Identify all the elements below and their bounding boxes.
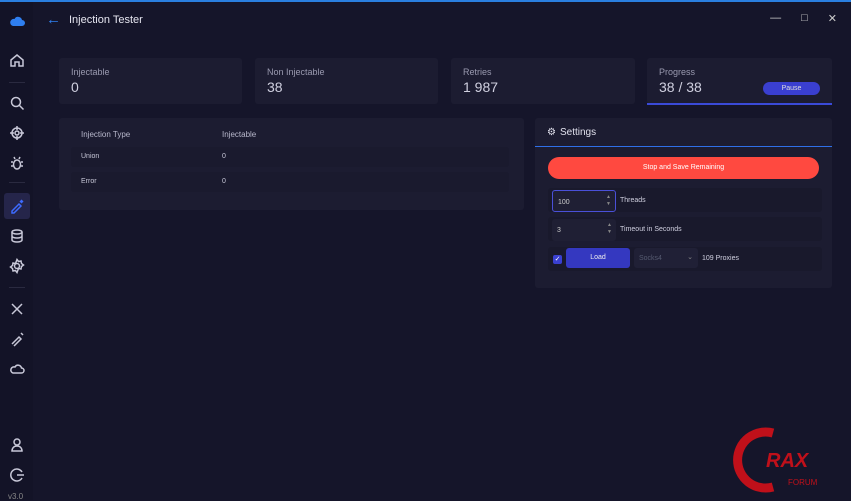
divider: [9, 182, 25, 183]
threads-input[interactable]: 100 ▲ ▼: [552, 190, 616, 212]
user-icon[interactable]: [6, 434, 28, 456]
syringe-injection-icon[interactable]: [4, 193, 30, 219]
app-logo-cloud-icon: [6, 10, 28, 32]
bug-icon[interactable]: [6, 152, 28, 174]
settings-header: ⚙ Settings: [535, 118, 832, 147]
arrow-left-icon[interactable]: ←: [46, 11, 61, 28]
stat-label: Progress: [659, 67, 696, 77]
spinner-icon[interactable]: ▲ ▼: [606, 194, 611, 208]
settings-panel: ⚙ Settings Stop and Save Remaining 100 ▲ ▼…: [535, 118, 832, 288]
cell-injectable: 0: [222, 153, 226, 160]
stat-value: 0: [71, 79, 79, 95]
timeout-label: Timeout in Seconds: [620, 226, 682, 233]
window-top-border: [0, 0, 851, 2]
pause-button[interactable]: Pause: [763, 82, 820, 95]
divider: [9, 287, 25, 288]
proxy-count: 109 Proxies: [702, 255, 739, 262]
spinner-icon[interactable]: ▲ ▼: [607, 222, 612, 236]
cell-injectable: 0: [222, 178, 226, 185]
load-proxies-button[interactable]: Load: [566, 248, 630, 268]
stat-label: Non Injectable: [267, 67, 325, 77]
stat-label: Retries: [463, 67, 492, 77]
database-icon[interactable]: [6, 225, 28, 247]
table-row[interactable]: Union 0: [71, 147, 509, 167]
stat-card-non-injectable: Non Injectable 38: [255, 58, 438, 104]
maximize-icon[interactable]: □: [801, 12, 808, 25]
column-header: Injectable: [222, 130, 257, 139]
stat-card-progress: Progress 38 / 38 Pause: [647, 58, 832, 104]
stat-label: Injectable: [71, 67, 110, 77]
table-row[interactable]: Error 0: [71, 172, 509, 192]
column-header: Injection Type: [81, 130, 131, 139]
page-title: Injection Tester: [69, 13, 143, 26]
gear-icon[interactable]: [6, 255, 28, 277]
timeout-input[interactable]: 3 ▲ ▼: [552, 219, 616, 241]
close-icon[interactable]: ✕: [828, 12, 837, 25]
syringe-icon[interactable]: [6, 328, 28, 350]
minimize-icon[interactable]: —: [770, 12, 781, 25]
cloud-icon[interactable]: [6, 358, 28, 380]
settings-title: Settings: [559, 126, 597, 138]
injection-table: Injection Type Injectable Union 0 Error …: [59, 118, 524, 210]
window-controls: — □ ✕: [770, 12, 837, 25]
svg-text:RAX: RAX: [766, 450, 810, 472]
cell-type: Union: [81, 153, 100, 160]
svg-text:FORUM: FORUM: [788, 478, 818, 487]
sidebar: v3.0: [0, 2, 33, 501]
chevron-down-icon: ⌄: [687, 254, 693, 261]
timeout-row: 3 ▲ ▼ Timeout in Seconds: [548, 217, 822, 241]
proxy-row: ✓ Load Socks4 ⌄ 109 Proxies: [548, 247, 822, 271]
home-icon[interactable]: [6, 49, 28, 71]
search-icon[interactable]: [6, 92, 28, 114]
stat-value: 38: [267, 79, 283, 95]
target-icon[interactable]: [6, 122, 28, 144]
divider: [9, 82, 25, 83]
cell-type: Error: [81, 178, 97, 185]
stat-card-injectable: Injectable 0: [59, 58, 242, 104]
logout-icon[interactable]: [6, 464, 28, 486]
tools-icon[interactable]: [6, 298, 28, 320]
proxy-type-select[interactable]: Socks4 ⌄: [634, 248, 698, 268]
threads-label: Threads: [620, 197, 646, 204]
stat-value: 1 987: [463, 79, 499, 95]
stop-and-save-button[interactable]: Stop and Save Remaining: [548, 157, 819, 179]
titlebar: ← Injection Tester: [46, 11, 143, 28]
threads-row: 100 ▲ ▼ Threads: [548, 188, 822, 212]
gear-icon: ⚙: [547, 126, 556, 138]
progress-bar: [647, 103, 832, 105]
crax-forum-watermark-logo: RAX FORUM: [733, 427, 818, 493]
proxy-checkbox[interactable]: ✓: [553, 255, 562, 264]
stat-card-retries: Retries 1 987: [451, 58, 635, 104]
